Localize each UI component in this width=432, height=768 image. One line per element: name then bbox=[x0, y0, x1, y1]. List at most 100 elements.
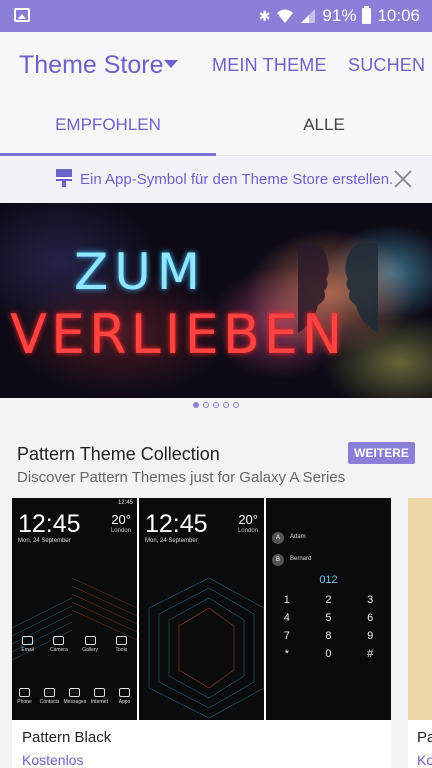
carousel-dot[interactable] bbox=[213, 402, 219, 408]
preview-app: Camera bbox=[48, 636, 70, 653]
preview-key: 7 bbox=[283, 630, 290, 642]
preview-app-label: Apps bbox=[118, 699, 131, 705]
preview-status: 12:45 bbox=[117, 500, 133, 506]
theme-price: Kostenlos bbox=[22, 752, 84, 768]
preview-app-label: Gallery bbox=[82, 647, 99, 653]
preview-contact-avatar: A bbox=[272, 532, 284, 544]
preview-keypad: 1 2 3 4 5 6 7 8 9 * 0 # bbox=[266, 594, 391, 660]
preview-temperature: 20° bbox=[238, 512, 258, 527]
tab-bar: EMPFOHLEN ALLE bbox=[0, 98, 432, 156]
preview-key: # bbox=[367, 648, 374, 660]
preview-app-label: Messages bbox=[63, 699, 87, 705]
preview-app-label: Email bbox=[21, 647, 34, 653]
contacts-icon bbox=[44, 688, 55, 697]
theme-preview bbox=[408, 498, 432, 720]
carousel-dot[interactable] bbox=[203, 402, 209, 408]
preview-app: Phone bbox=[14, 688, 36, 705]
preview-app-label: Internet bbox=[91, 699, 108, 705]
preview-key: 0 bbox=[325, 648, 332, 660]
theme-name: Pattern Black bbox=[22, 729, 112, 746]
preview-date: Mon, 24 September bbox=[145, 538, 198, 544]
chevron-down-icon[interactable] bbox=[164, 60, 178, 68]
preview-app: Tools bbox=[110, 636, 132, 653]
preview-app-label: Tools bbox=[115, 647, 128, 653]
preview-contact-name: Adam bbox=[290, 534, 306, 540]
camera-icon bbox=[53, 636, 65, 645]
section-title: Pattern Theme Collection bbox=[17, 444, 220, 464]
wifi-icon bbox=[277, 9, 294, 23]
preview-app: Gallery bbox=[79, 636, 101, 653]
section-subtitle: Discover Pattern Themes just for Galaxy … bbox=[17, 469, 346, 486]
phone-icon bbox=[19, 688, 30, 697]
preview-key: 2 bbox=[325, 594, 332, 606]
theme-name: Pa bbox=[417, 729, 432, 746]
preview-temperature: 20° bbox=[111, 512, 131, 527]
preview-dialer: A Adam B Bernard 012 1 2 3 4 5 6 7 8 9 *… bbox=[266, 498, 391, 720]
theme-price: Ko bbox=[417, 752, 432, 768]
messages-icon bbox=[69, 688, 80, 697]
paint-brush-icon bbox=[56, 169, 72, 187]
preview-key: 8 bbox=[325, 630, 332, 642]
preview-app-label: Phone bbox=[17, 699, 32, 705]
preview-dial-number: 012 bbox=[319, 574, 338, 586]
preview-dock: Phone Contacts Messages Internet Apps bbox=[12, 688, 137, 705]
preview-app: Contacts bbox=[39, 688, 61, 705]
carousel-indicator bbox=[0, 402, 432, 408]
my-theme-button[interactable]: MEIN THEME bbox=[212, 55, 327, 76]
preview-contact-name: Bernard bbox=[290, 556, 312, 562]
preview-home-screen: 12:45 12:45 20° Mon, 24 September London… bbox=[12, 498, 137, 720]
clock: 10:06 bbox=[377, 6, 420, 25]
preview-app: Internet bbox=[89, 688, 111, 705]
preview-key: 3 bbox=[367, 594, 374, 606]
apps-icon bbox=[119, 688, 130, 697]
bluetooth-icon: ✱ bbox=[258, 7, 271, 24]
preview-date: Mon, 24 September bbox=[18, 538, 71, 544]
preview-lock-screen: 12:45 20° Mon, 24 September London bbox=[139, 498, 264, 720]
preview-key: 5 bbox=[325, 612, 332, 624]
page-title[interactable]: Theme Store bbox=[19, 51, 164, 80]
preview-clock: 12:45 bbox=[18, 510, 81, 538]
preview-key: 1 bbox=[283, 594, 290, 606]
internet-icon bbox=[94, 688, 105, 697]
tab-all[interactable]: ALLE bbox=[216, 98, 432, 156]
signal-icon bbox=[301, 9, 316, 23]
preview-app-label: Camera bbox=[49, 647, 68, 653]
preview-app: Apps bbox=[114, 688, 136, 705]
preview-key: 6 bbox=[367, 612, 374, 624]
preview-key: 4 bbox=[283, 612, 290, 624]
preview-app-row: Email Camera Gallery Tools bbox=[12, 636, 137, 653]
hero-banner[interactable]: ZUM VERLIEBEN bbox=[0, 203, 432, 398]
preview-app: Messages bbox=[64, 688, 86, 705]
preview-key: * bbox=[284, 648, 289, 660]
theme-card[interactable]: Pa Ko bbox=[408, 498, 432, 768]
notice-text: Ein App-Symbol für den Theme Store erste… bbox=[80, 171, 394, 188]
theme-card[interactable]: 12:45 12:45 20° Mon, 24 September London… bbox=[12, 498, 391, 768]
carousel-dot[interactable] bbox=[233, 402, 239, 408]
carousel-dot[interactable] bbox=[223, 402, 229, 408]
battery-icon bbox=[362, 6, 372, 24]
preview-location: London bbox=[237, 528, 258, 534]
preview-app-label: Contacts bbox=[39, 699, 60, 705]
preview-key: 9 bbox=[367, 630, 374, 642]
more-button[interactable]: WEITERE bbox=[348, 442, 415, 464]
close-icon[interactable] bbox=[393, 169, 413, 189]
theme-preview: 12:45 12:45 20° Mon, 24 September London… bbox=[12, 498, 391, 720]
app-icon-notice[interactable]: Ein App-Symbol für den Theme Store erste… bbox=[0, 157, 432, 203]
preview-clock: 12:45 bbox=[145, 510, 208, 538]
gallery-icon bbox=[84, 636, 96, 645]
tab-recommended[interactable]: EMPFOHLEN bbox=[0, 98, 216, 156]
app-bar: Theme Store MEIN THEME SUCHEN bbox=[0, 32, 432, 98]
battery-percent: 91% bbox=[322, 6, 357, 25]
pattern-graphic bbox=[148, 577, 264, 719]
banner-headline-top: ZUM bbox=[74, 243, 206, 301]
preview-contact-avatar: B bbox=[272, 554, 284, 566]
tools-icon bbox=[115, 636, 127, 645]
email-icon bbox=[22, 636, 34, 645]
search-button[interactable]: SUCHEN bbox=[348, 55, 425, 76]
preview-location: London bbox=[110, 528, 131, 534]
gallery-notification-icon bbox=[14, 8, 30, 22]
preview-app: Email bbox=[17, 636, 39, 653]
status-bar: ✱ 91% 10:06 bbox=[0, 0, 432, 32]
banner-headline-bottom: VERLIEBEN bbox=[10, 303, 347, 366]
carousel-dot[interactable] bbox=[193, 402, 199, 408]
